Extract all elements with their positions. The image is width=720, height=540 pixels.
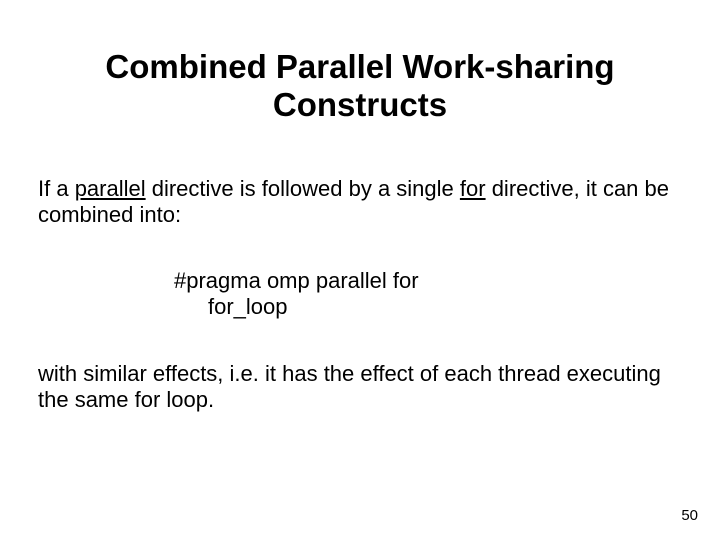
title-line-2: Constructs <box>273 86 447 123</box>
intro-paragraph: If a parallel directive is followed by a… <box>38 176 682 228</box>
para1-text-a: If a <box>38 176 75 201</box>
slide-title: Combined Parallel Work-sharing Construct… <box>0 0 720 124</box>
para1-text-b: directive is followed by a single <box>146 176 460 201</box>
code-line-1: #pragma omp parallel for <box>174 268 682 294</box>
slide-body: If a parallel directive is followed by a… <box>0 176 720 413</box>
keyword-for: for <box>460 176 486 201</box>
page-number: 50 <box>681 507 698 524</box>
keyword-parallel: parallel <box>75 176 146 201</box>
code-line-2: for_loop <box>174 294 682 320</box>
slide: Combined Parallel Work-sharing Construct… <box>0 0 720 540</box>
closing-paragraph: with similar effects, i.e. it has the ef… <box>38 361 682 413</box>
title-line-1: Combined Parallel Work-sharing <box>105 48 614 85</box>
code-block: #pragma omp parallel for for_loop <box>38 268 682 321</box>
